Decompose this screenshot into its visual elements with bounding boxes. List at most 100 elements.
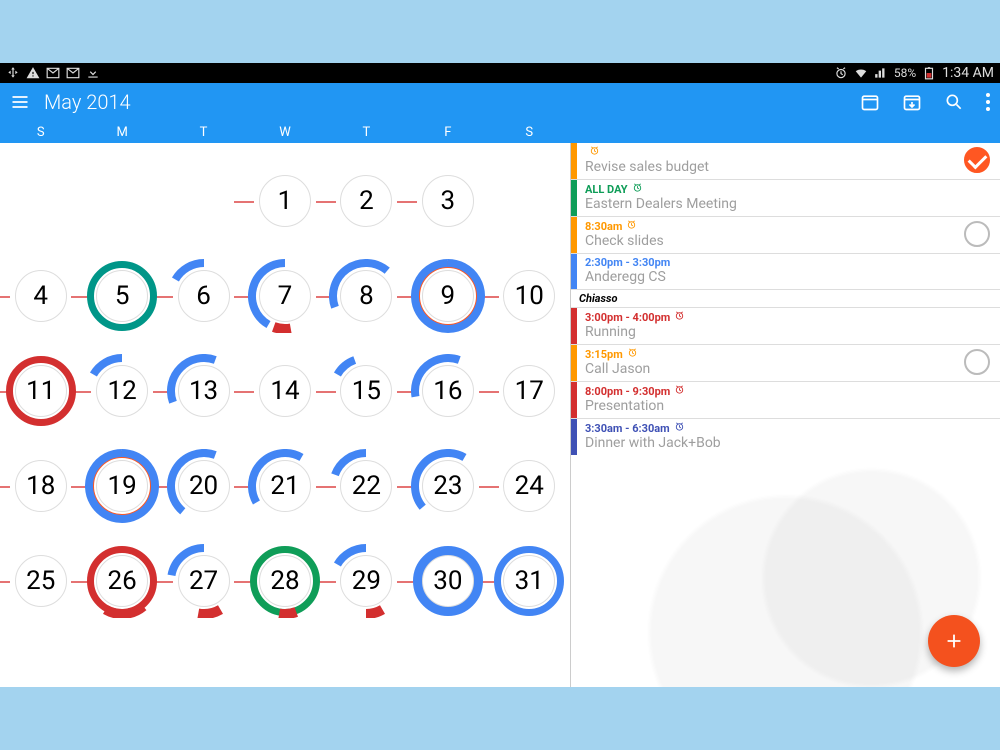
- calendar-day[interactable]: 15: [326, 343, 407, 438]
- calendar-day[interactable]: 19: [81, 438, 162, 533]
- calendar-day[interactable]: 6: [163, 248, 244, 343]
- event-title: Check slides: [585, 233, 956, 249]
- day-number: 18: [15, 460, 67, 512]
- status-bar: 58% 1:34 AM: [0, 63, 1000, 83]
- day-number: 23: [422, 460, 474, 512]
- day-number: 25: [15, 555, 67, 607]
- event-time: 3:30am - 6:30am: [585, 421, 992, 435]
- battery-text: 58%: [894, 66, 916, 80]
- calendar-day[interactable]: 5: [81, 248, 162, 343]
- warning-icon: [26, 66, 40, 80]
- event-time: 3:00pm - 4:00pm: [585, 310, 992, 324]
- agenda-event[interactable]: 8:30am Check slides: [571, 216, 1000, 253]
- calendar-day[interactable]: 21: [244, 438, 325, 533]
- day-number: 6: [178, 270, 230, 322]
- calendar-day[interactable]: 4: [0, 248, 81, 343]
- alarm-icon: [674, 310, 685, 324]
- event-time: 8:30am: [585, 219, 956, 233]
- calendar-day[interactable]: 8: [326, 248, 407, 343]
- calendar-day[interactable]: 17: [489, 343, 570, 438]
- dow-label: S: [0, 121, 81, 143]
- calendar-day[interactable]: 9: [407, 248, 488, 343]
- agenda-event[interactable]: 3:30am - 6:30am Dinner with Jack+Bob: [571, 418, 1000, 455]
- event-time: 3:15pm: [585, 347, 956, 361]
- search-icon[interactable]: [944, 92, 964, 112]
- calendar-day[interactable]: 1: [244, 153, 325, 248]
- calendar-day[interactable]: 16: [407, 343, 488, 438]
- clock-text: 1:34 AM: [942, 65, 994, 81]
- event-title: Anderegg CS: [585, 269, 992, 285]
- event-checkbox[interactable]: [964, 349, 990, 375]
- event-checkbox[interactable]: [964, 221, 990, 247]
- overflow-menu-icon[interactable]: [986, 93, 990, 111]
- day-number: 16: [422, 365, 474, 417]
- today-icon[interactable]: [860, 92, 880, 112]
- calendar-day[interactable]: 28: [244, 533, 325, 628]
- goto-date-icon[interactable]: [902, 92, 922, 112]
- agenda-panel: Revise sales budget ALL DAY Eastern Deal…: [570, 143, 1000, 687]
- wifi-icon: [854, 66, 868, 80]
- app-header: May 2014: [0, 83, 1000, 121]
- calendar-day[interactable]: 14: [244, 343, 325, 438]
- agenda-event[interactable]: 8:00pm - 9:30pm Presentation: [571, 381, 1000, 418]
- day-number: 28: [259, 555, 311, 607]
- day-number: 2: [340, 175, 392, 227]
- day-number: 12: [96, 365, 148, 417]
- page-title[interactable]: May 2014: [44, 90, 131, 114]
- agenda-event[interactable]: Revise sales budget: [571, 143, 1000, 179]
- calendar-day[interactable]: 26: [81, 533, 162, 628]
- dow-label: T: [326, 121, 407, 143]
- calendar-day[interactable]: 30: [407, 533, 488, 628]
- alarm-icon: [674, 384, 685, 398]
- day-number: 22: [340, 460, 392, 512]
- signal-icon: [874, 66, 888, 80]
- alarm-icon: [834, 66, 848, 80]
- agenda-event[interactable]: 2:30pm - 3:30pm Anderegg CS: [571, 253, 1000, 289]
- calendar-day[interactable]: 31: [489, 533, 570, 628]
- alarm-icon: [674, 421, 685, 435]
- day-number: 24: [503, 460, 555, 512]
- add-event-fab[interactable]: [928, 615, 980, 667]
- day-number: 7: [259, 270, 311, 322]
- calendar-day[interactable]: 24: [489, 438, 570, 533]
- calendar-day[interactable]: 10: [489, 248, 570, 343]
- event-time: ALL DAY: [585, 182, 992, 196]
- calendar-day[interactable]: 25: [0, 533, 81, 628]
- day-number: 20: [178, 460, 230, 512]
- dow-label: S: [489, 121, 570, 143]
- calendar-day[interactable]: 11: [0, 343, 81, 438]
- agenda-event[interactable]: ALL DAY Eastern Dealers Meeting: [571, 179, 1000, 216]
- day-number: 5: [96, 270, 148, 322]
- calendar-day[interactable]: 29: [326, 533, 407, 628]
- calendar-day[interactable]: 23: [407, 438, 488, 533]
- event-title: Dinner with Jack+Bob: [585, 435, 992, 451]
- calendar-day[interactable]: 12: [81, 343, 162, 438]
- day-number: 13: [178, 365, 230, 417]
- day-number: 4: [15, 270, 67, 322]
- calendar-day[interactable]: 7: [244, 248, 325, 343]
- alarm-icon: [632, 182, 643, 196]
- event-time: 8:00pm - 9:30pm: [585, 384, 992, 398]
- agenda-event[interactable]: 3:15pm Call Jason: [571, 344, 1000, 381]
- day-number: 26: [96, 555, 148, 607]
- calendar-day[interactable]: 18: [0, 438, 81, 533]
- calendar-day[interactable]: 22: [326, 438, 407, 533]
- event-checkbox[interactable]: [964, 147, 990, 173]
- event-title: Eastern Dealers Meeting: [585, 196, 992, 212]
- download-icon: [86, 66, 100, 80]
- dow-label: M: [81, 121, 162, 143]
- calendar-day[interactable]: 3: [407, 153, 488, 248]
- day-number: 8: [340, 270, 392, 322]
- day-number: 21: [259, 460, 311, 512]
- event-title: Revise sales budget: [585, 159, 956, 175]
- event-time: 2:30pm - 3:30pm: [585, 256, 992, 269]
- calendar-day[interactable]: 13: [163, 343, 244, 438]
- event-title: Call Jason: [585, 361, 956, 377]
- calendar-day[interactable]: 27: [163, 533, 244, 628]
- calendar-day[interactable]: 2: [326, 153, 407, 248]
- day-number: 29: [340, 555, 392, 607]
- menu-icon[interactable]: [10, 92, 30, 112]
- calendar-day[interactable]: 20: [163, 438, 244, 533]
- agenda-event[interactable]: 3:00pm - 4:00pm Running: [571, 307, 1000, 344]
- calendar-grid: 1234567891011121314151617181920212223242…: [0, 143, 570, 687]
